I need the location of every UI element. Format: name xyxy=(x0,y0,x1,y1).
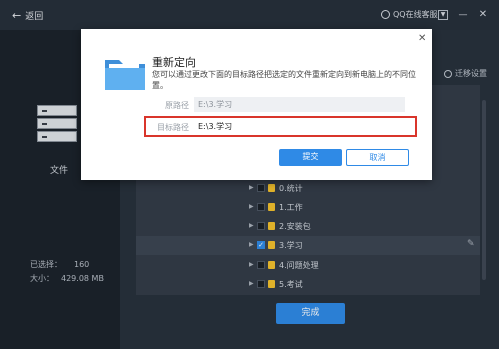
original-path-field: E:\3.学习 xyxy=(194,97,405,112)
tree-scrollbar[interactable] xyxy=(482,100,486,280)
cancel-button[interactable]: 取消 xyxy=(346,149,409,166)
expand-caret-icon[interactable]: ▶ xyxy=(249,261,254,268)
folder-name: 0.统计 xyxy=(279,184,303,193)
expand-caret-icon[interactable]: ▶ xyxy=(249,241,254,248)
expand-caret-icon[interactable]: ▶ xyxy=(249,203,254,210)
row-checkbox[interactable] xyxy=(257,261,265,269)
back-label: 返回 xyxy=(25,12,44,22)
expand-caret-icon[interactable]: ▶ xyxy=(249,184,254,191)
expand-caret-icon[interactable]: ▶ xyxy=(249,222,254,229)
server-stack-icon xyxy=(37,105,77,144)
folder-name: 5.考试 xyxy=(279,280,303,289)
folder-name: 4.问题处理 xyxy=(279,261,319,270)
tree-row[interactable]: ▶ 5.考试 xyxy=(136,275,480,294)
folder-icon xyxy=(268,241,275,249)
gear-icon xyxy=(444,69,452,78)
tree-row[interactable]: ▶ 2.安装包 xyxy=(136,217,480,236)
redirect-dialog: ✕ 重新定向 您可以通过更改下面的目标路径把选定的文件重新定向到新电脑上的不同位… xyxy=(81,29,432,180)
folder-icon xyxy=(105,60,145,90)
online-support-link[interactable]: QQ在线客服 xyxy=(381,9,438,20)
tree-row[interactable]: ▶ 1.工作 xyxy=(136,198,480,217)
selected-count: 已选择： 160 xyxy=(30,259,89,270)
original-path-label: 原路径 xyxy=(165,101,189,110)
selected-count-value: 160 xyxy=(74,260,90,269)
tree-row[interactable]: ▶ 0.统计 xyxy=(136,179,480,198)
category-label: 文件 xyxy=(50,166,69,176)
dialog-title: 重新定向 xyxy=(152,56,196,69)
dialog-description: 您可以通过更改下面的目标路径把选定的文件重新定向到新电脑上的不同位置。 xyxy=(152,70,416,90)
done-button[interactable]: 完成 xyxy=(276,303,345,324)
minimize-icon[interactable]: — xyxy=(458,10,468,20)
row-checkbox-checked[interactable]: ✓ xyxy=(257,241,265,249)
row-checkbox[interactable] xyxy=(257,203,265,211)
submit-button[interactable]: 提交 xyxy=(279,149,342,166)
target-path-label: 目标路径 xyxy=(157,123,189,132)
folder-name: 1.工作 xyxy=(279,203,303,212)
migrate-settings-label: 迁移设置 xyxy=(455,69,487,78)
selected-size-label: 大小： xyxy=(30,274,54,283)
selected-count-label: 已选择： xyxy=(30,260,62,269)
dialog-close-icon[interactable]: ✕ xyxy=(418,33,426,44)
row-checkbox[interactable] xyxy=(257,280,265,288)
folder-name: 3.学习 xyxy=(279,241,303,250)
target-path-input[interactable]: E:\3.学习 xyxy=(194,119,405,134)
tree-row-selected[interactable]: ▶ ✓ 3.学习 ✎ xyxy=(136,236,480,255)
folder-icon xyxy=(268,222,275,230)
arrow-left-icon: ← xyxy=(12,8,22,22)
row-checkbox[interactable] xyxy=(257,184,265,192)
folder-icon xyxy=(268,203,275,211)
row-checkbox[interactable] xyxy=(257,222,265,230)
edit-pencil-icon[interactable]: ✎ xyxy=(467,239,475,249)
folder-icon xyxy=(268,261,275,269)
selected-size: 大小： 429.08 MB xyxy=(30,273,104,284)
close-window-icon[interactable]: ✕ xyxy=(478,10,488,20)
folder-icon xyxy=(268,280,275,288)
migrate-settings-link[interactable]: 迁移设置 xyxy=(444,68,487,79)
back-button[interactable]: ← 返回 xyxy=(12,8,44,23)
chat-bubble-icon xyxy=(381,10,390,19)
online-support-label: QQ在线客服 xyxy=(393,10,438,19)
expand-caret-icon[interactable]: ▶ xyxy=(249,280,254,287)
selected-size-value: 429.08 MB xyxy=(61,274,104,283)
folder-icon xyxy=(268,184,275,192)
title-bar: ← 返回 QQ在线客服 ▼ — ✕ xyxy=(0,0,499,30)
folder-name: 2.安装包 xyxy=(279,222,311,231)
dropdown-menu-icon[interactable]: ▼ xyxy=(438,10,448,20)
tree-row[interactable]: ▶ 4.问题处理 xyxy=(136,256,480,275)
